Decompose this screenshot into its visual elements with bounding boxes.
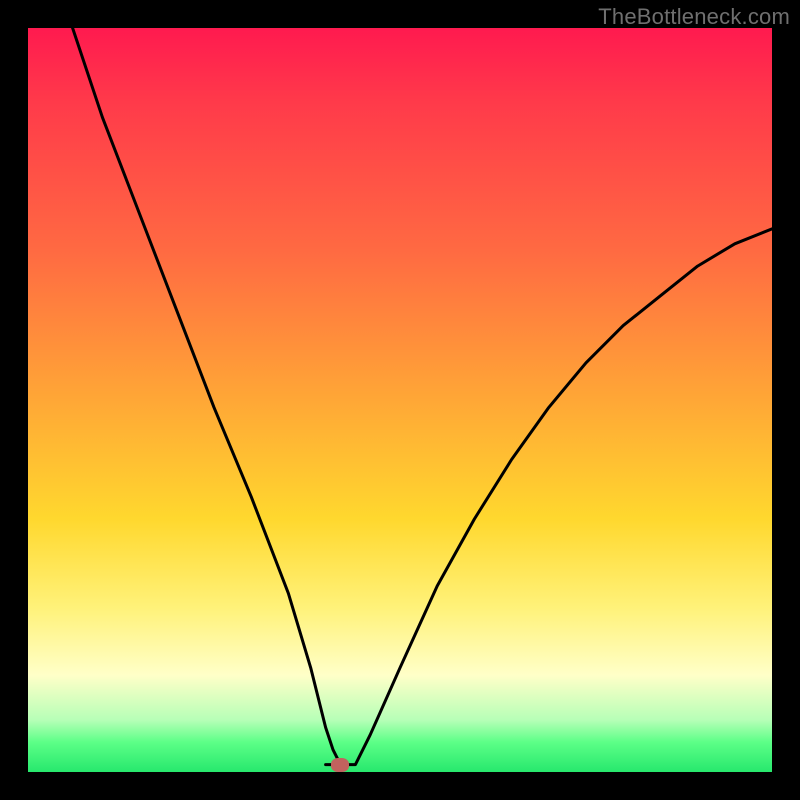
chart-frame: TheBottleneck.com: [0, 0, 800, 800]
gradient-plot-area: [28, 28, 772, 772]
bottleneck-curve: [28, 28, 772, 772]
minimum-marker: [331, 758, 349, 772]
watermark-text: TheBottleneck.com: [598, 4, 790, 30]
curve-path: [73, 28, 772, 765]
